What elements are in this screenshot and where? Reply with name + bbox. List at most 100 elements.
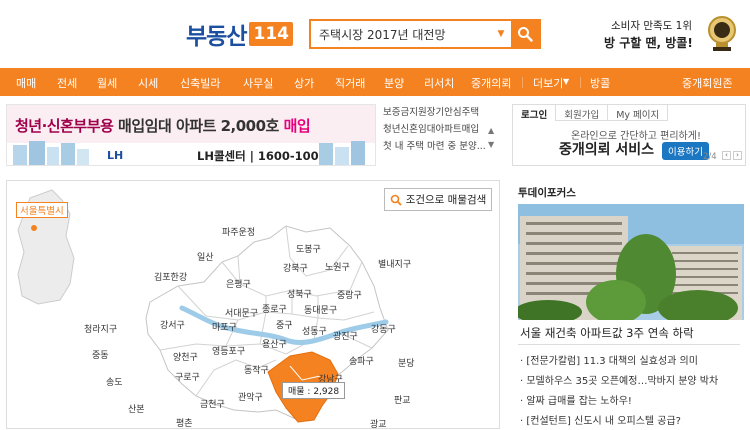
nav-item-bangcall[interactable]: 방콜 [590, 75, 610, 91]
district-label[interactable]: 평촌 [176, 416, 193, 429]
promo-title: 중개의뢰 서비스 [559, 142, 655, 158]
nav-item-research[interactable]: 리서치 [424, 75, 454, 91]
district-label[interactable]: 영등포구 [212, 344, 245, 357]
district-label[interactable]: 용산구 [262, 337, 287, 350]
search-bar: ▼ [309, 19, 541, 49]
district-label[interactable]: 강서구 [160, 318, 185, 331]
tab-signup[interactable]: 회원가입 [556, 105, 609, 121]
tab-login[interactable]: 로그인 [513, 105, 557, 121]
section-title: 투데이포커스 [518, 187, 576, 199]
district-label[interactable]: 중랑구 [337, 288, 362, 301]
notice-item[interactable]: 청년신혼임대아파트매입 [383, 121, 501, 138]
login-box: 로그인 회원가입 My 페이지 온라인으로 간단하고 편리하게! 중개의뢰 서비… [512, 104, 746, 166]
nav-item-member-zone[interactable]: 중개회원존 [682, 75, 733, 91]
award-promo[interactable]: 소비자 만족도 1위 방 구할 땐, 방콜! [604, 16, 750, 56]
nav-item-jeonse[interactable]: 전세 [57, 75, 77, 91]
notice-item[interactable]: 보증금지원장기안심주택 [383, 104, 501, 121]
district-label[interactable]: 노원구 [325, 260, 350, 273]
header: 부동산 114 ▼ 소비자 만족도 1위 방 구할 땐, 방콜! [0, 0, 750, 68]
district-label[interactable]: 파주운정 [222, 225, 255, 238]
district-label[interactable]: 송파구 [349, 354, 374, 367]
district-label[interactable]: 중동 [92, 348, 109, 361]
district-label[interactable]: 성북구 [287, 287, 312, 300]
nav-item-price[interactable]: 시세 [138, 75, 158, 91]
building-illustration [319, 141, 365, 165]
building-illustration [13, 141, 89, 165]
district-label[interactable]: 서대문구 [225, 306, 258, 319]
district-label[interactable]: 청라지구 [84, 322, 117, 335]
condition-search-label: 조건으로 매물검색 [405, 194, 487, 206]
district-label[interactable]: 관악구 [238, 390, 263, 403]
district-label[interactable]: 동대문구 [304, 303, 337, 316]
nav-item-monthly[interactable]: 월세 [97, 75, 117, 91]
banner-tel: LH콜센터 | 1600-1004 [197, 149, 327, 163]
news-item[interactable]: · 알짜 급매를 잡는 노하우! [520, 392, 632, 407]
search-button[interactable] [511, 21, 539, 47]
district-label[interactable]: 금천구 [200, 397, 225, 410]
nav-item-shop[interactable]: 상가 [294, 75, 314, 91]
district-label[interactable]: 은평구 [226, 277, 251, 290]
nav-item-office[interactable]: 사무실 [243, 75, 273, 91]
region-badge-seoul[interactable]: 서울특별시 [16, 202, 68, 218]
lh-banner[interactable]: 청년·신혼부부용 매입임대 아파트 2,000호 매입 LH LH콜센터 | 1… [6, 104, 376, 166]
district-label[interactable]: 일산 [197, 250, 214, 263]
chevron-up-icon[interactable]: ▲ [488, 124, 494, 138]
search-icon [518, 27, 533, 42]
nav-item-broker-request[interactable]: 중개의뢰 [471, 75, 511, 91]
chevron-left-icon[interactable]: ‹ [722, 151, 731, 160]
district-label[interactable]: 마포구 [212, 320, 237, 333]
notice-item[interactable]: 첫 내 주택 마련 중 분양... [383, 138, 501, 155]
chevron-down-icon[interactable]: ▼ [563, 77, 569, 86]
logo[interactable]: 부동산 114 [186, 20, 293, 50]
news-item[interactable]: · 모델하우스 35곳 오픈예정…막바지 분양 박차 [520, 372, 718, 387]
trophy-icon [708, 16, 736, 51]
listing-count-tooltip[interactable]: 매물 : 2,928 [282, 382, 346, 399]
district-label[interactable]: 성동구 [302, 324, 327, 337]
nav-item-more[interactable]: 더보기 [533, 75, 563, 91]
logo-number: 114 [249, 22, 293, 46]
notice-pager: ▲ ▼ [488, 124, 494, 152]
district-label[interactable]: 별내지구 [378, 257, 411, 270]
page-indicator: 2/4 [703, 152, 717, 162]
district-label[interactable]: 산본 [128, 402, 145, 415]
district-label[interactable]: 구로구 [175, 370, 200, 383]
nav-item-presale[interactable]: 분양 [384, 75, 404, 91]
chevron-down-icon[interactable]: ▼ [488, 138, 494, 152]
chevron-right-icon[interactable]: › [733, 151, 742, 160]
chevron-down-icon[interactable]: ▼ [491, 21, 511, 47]
use-service-button[interactable]: 이용하기 [662, 142, 709, 160]
district-label[interactable]: 분당 [398, 356, 415, 369]
district-label[interactable]: 도봉구 [296, 242, 321, 255]
district-label[interactable]: 광진구 [333, 329, 358, 342]
district-label[interactable]: 송도 [106, 375, 123, 388]
notice-list: 보증금지원장기안심주택 청년신혼임대아파트매입 첫 내 주택 마련 중 분양..… [383, 104, 501, 166]
news-photo[interactable] [518, 204, 744, 320]
news-item[interactable]: · [컨설턴트] 신도시 내 오피스텔 공급? [520, 412, 681, 427]
search-icon [390, 194, 402, 206]
tab-my-page[interactable]: My 페이지 [608, 105, 669, 121]
condition-search-button[interactable]: 조건으로 매물검색 [384, 188, 492, 211]
nav-separator [580, 77, 581, 88]
main-nav: 매매 전세 월세 시세 신축빌라 사무실 상가 직거래 분양 리서치 중개의뢰 … [0, 68, 750, 96]
district-label[interactable]: 판교 [394, 393, 411, 406]
award-text: 소비자 만족도 1위 [611, 20, 692, 32]
divider [518, 344, 740, 345]
district-label[interactable]: 광교 [370, 417, 387, 430]
news-item[interactable]: · [전문가칼럼] 11.3 대책의 실효성과 의미 [520, 352, 698, 367]
search-input[interactable] [311, 21, 491, 47]
lh-logo: LH [107, 149, 124, 162]
nav-separator [522, 77, 523, 88]
nav-item-new-villa[interactable]: 신축빌라 [180, 75, 220, 91]
apartment-photo [518, 204, 744, 320]
nav-item-direct[interactable]: 직거래 [335, 75, 365, 91]
district-label[interactable]: 김포한강 [154, 270, 187, 283]
district-label[interactable]: 종로구 [262, 302, 287, 315]
award-slogan: 방 구할 땐, 방콜! [604, 36, 693, 50]
district-label[interactable]: 동작구 [244, 363, 269, 376]
district-label[interactable]: 강동구 [371, 322, 396, 335]
district-label[interactable]: 양천구 [173, 350, 198, 363]
news-headline[interactable]: 서울 재건축 아파트값 3주 연속 하락 [520, 325, 694, 341]
nav-item-sale[interactable]: 매매 [16, 75, 36, 91]
district-label[interactable]: 강북구 [283, 261, 308, 274]
district-label[interactable]: 중구 [276, 318, 293, 331]
